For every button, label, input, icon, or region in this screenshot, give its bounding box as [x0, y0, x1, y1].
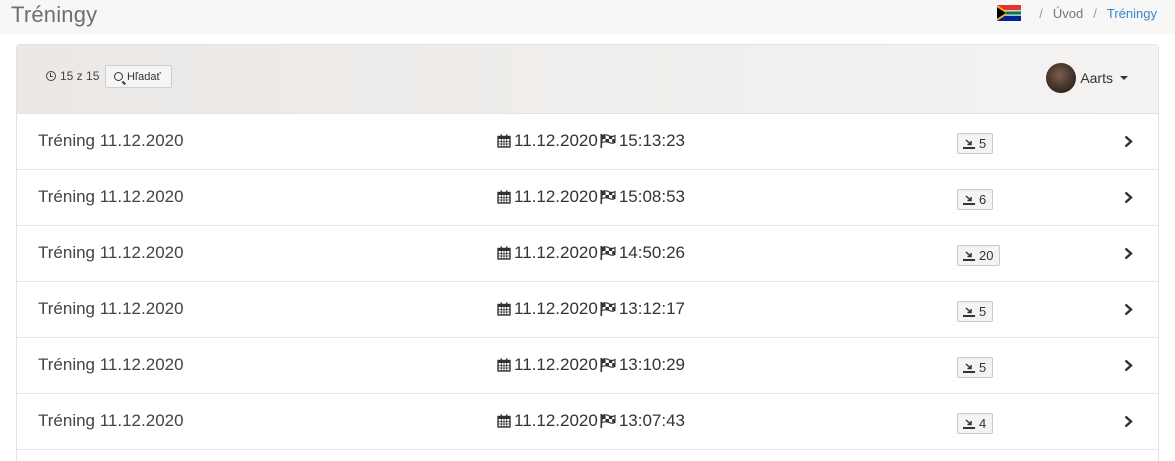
- count-value: 20: [979, 248, 994, 263]
- chevron-right-icon[interactable]: [1123, 303, 1134, 316]
- checkered-flag-icon: [600, 190, 616, 204]
- training-date: 11.12.2020: [514, 131, 598, 150]
- count-value: 6: [979, 192, 987, 207]
- table-row[interactable]: Tréning 11.12.2020 11.12.2020 13:10:29 5: [17, 338, 1158, 394]
- page-header: Tréningy / Úvod / Tréningy: [0, 0, 1175, 34]
- training-date: 11.12.2020: [514, 243, 598, 262]
- training-name: Tréning 11.12.2020: [38, 187, 184, 206]
- calendar-icon: [497, 302, 511, 316]
- count-badge: 4: [957, 413, 994, 434]
- training-date: 11.12.2020: [514, 299, 598, 318]
- table-row[interactable]: Tréning 11.12.2020 11.12.2020 13:07:43 4: [17, 394, 1158, 450]
- breadcrumb-home-link[interactable]: Úvod: [1053, 6, 1083, 21]
- download-icon: [963, 307, 975, 317]
- training-name: Tréning 11.12.2020: [38, 131, 184, 150]
- table-row[interactable]: Tréning 11.12.2020 11.12.2020 15:13:23 5: [17, 114, 1158, 170]
- count-value: 5: [979, 136, 987, 151]
- search-icon: [114, 72, 123, 81]
- chevron-right-icon[interactable]: [1123, 415, 1134, 428]
- checkered-flag-icon: [600, 358, 616, 372]
- training-datetime: 11.12.2020 15:08:53: [497, 187, 685, 207]
- search-button[interactable]: Hľadať: [105, 65, 172, 88]
- breadcrumb: / Úvod / Tréningy: [997, 5, 1157, 21]
- chevron-right-icon[interactable]: [1123, 359, 1134, 372]
- count-badge: 20: [957, 245, 1001, 266]
- training-name: Tréning 11.12.2020: [38, 355, 184, 374]
- table-row[interactable]: Tréning 11.12.2020 11.12.2020 13:12:17 5: [17, 282, 1158, 338]
- training-time: 13:10:29: [618, 355, 686, 374]
- training-time: 13:12:17: [618, 299, 686, 318]
- trainings-panel: 15 z 15 Hľadať Aarts Tréning 11.12.2020 …: [16, 44, 1159, 461]
- calendar-icon: [497, 414, 511, 428]
- calendar-icon: [497, 190, 511, 204]
- download-icon: [963, 139, 975, 149]
- breadcrumb-current: Tréningy: [1106, 5, 1157, 21]
- training-time: 13:07:43: [618, 411, 686, 430]
- results-counter: 15 z 15: [46, 69, 99, 83]
- training-datetime: 11.12.2020 13:07:43: [497, 411, 685, 431]
- chevron-right-icon[interactable]: [1123, 191, 1134, 204]
- table-row[interactable]: Tréning 11.12.2020 11.12.2020 14:50:26 2…: [17, 226, 1158, 282]
- user-menu-dropdown[interactable]: Aarts: [1046, 63, 1128, 93]
- caret-down-icon: [1120, 76, 1128, 80]
- count-value: 5: [979, 304, 987, 319]
- chevron-right-icon[interactable]: [1123, 135, 1134, 148]
- training-time: 14:50:26: [618, 243, 686, 262]
- chevron-right-icon[interactable]: [1123, 247, 1134, 260]
- training-date: 11.12.2020: [514, 411, 598, 430]
- table-row[interactable]: Tréning 11.12.2020 11.12.2020 15:08:53 6: [17, 170, 1158, 226]
- clock-icon: [46, 71, 56, 81]
- download-icon: [963, 251, 975, 261]
- checkered-flag-icon: [600, 246, 616, 260]
- count-value: 5: [979, 360, 987, 375]
- calendar-icon: [497, 358, 511, 372]
- training-datetime: 11.12.2020 13:10:29: [497, 355, 685, 375]
- calendar-icon: [497, 246, 511, 260]
- count-badge: 5: [957, 301, 994, 322]
- user-name: Aarts: [1080, 70, 1113, 86]
- south-africa-flag-icon[interactable]: [997, 5, 1022, 21]
- page-title: Tréningy: [11, 2, 98, 27]
- training-datetime: 11.12.2020 15:13:23: [497, 131, 685, 151]
- results-counter-text: 15 z 15: [60, 69, 100, 83]
- checkered-flag-icon: [600, 134, 616, 148]
- count-value: 4: [979, 416, 987, 431]
- count-badge: 5: [957, 357, 994, 378]
- training-time: 15:08:53: [618, 187, 686, 206]
- download-icon: [963, 195, 975, 205]
- count-badge: 6: [957, 189, 994, 210]
- training-datetime: 11.12.2020 13:12:17: [497, 299, 685, 319]
- breadcrumb-separator: /: [1039, 5, 1043, 21]
- panel-toolbar: 15 z 15 Hľadať Aarts: [17, 45, 1158, 114]
- search-button-label: Hľadať: [127, 70, 161, 83]
- training-date: 11.12.2020: [514, 355, 598, 374]
- training-name: Tréning 11.12.2020: [38, 411, 184, 430]
- training-name: Tréning 11.12.2020: [38, 299, 184, 318]
- download-icon: [963, 419, 975, 429]
- training-datetime: 11.12.2020 14:50:26: [497, 243, 685, 263]
- training-date: 11.12.2020: [514, 187, 598, 206]
- count-badge: 5: [957, 133, 994, 154]
- training-name: Tréning 11.12.2020: [38, 243, 184, 262]
- breadcrumb-separator: /: [1093, 5, 1097, 21]
- avatar: [1046, 63, 1077, 93]
- download-icon: [963, 363, 975, 373]
- training-time: 15:13:23: [618, 131, 686, 150]
- training-list: Tréning 11.12.2020 11.12.2020 15:13:23 5…: [17, 114, 1158, 450]
- calendar-icon: [497, 134, 511, 148]
- checkered-flag-icon: [600, 302, 616, 316]
- checkered-flag-icon: [600, 414, 616, 428]
